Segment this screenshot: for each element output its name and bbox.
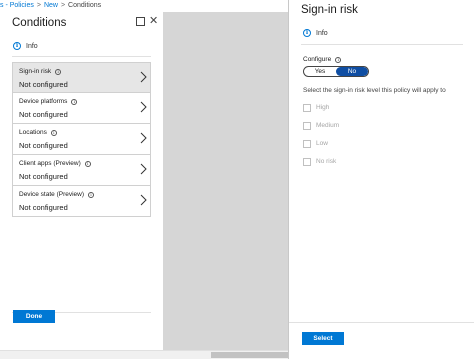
risk-level-label: Medium [316, 122, 340, 129]
breadcrumb-separator: > [60, 2, 66, 9]
background-overlay [163, 12, 288, 350]
risk-level-label: No risk [316, 158, 337, 165]
condition-sign-in-risk[interactable]: Sign-in risk i Not configured [12, 62, 151, 93]
toggle-yes[interactable]: Yes [304, 67, 336, 76]
condition-client-apps[interactable]: Client apps (Preview) i Not configured [12, 155, 151, 186]
info-icon[interactable]: i [71, 98, 78, 105]
risk-level-label: Low [316, 140, 328, 147]
divider [301, 44, 463, 45]
conditions-panel: Conditions ✕ i Info Sign-in risk i Not co… [0, 12, 163, 349]
risk-level-medium[interactable]: Medium [303, 121, 339, 130]
chevron-right-icon [140, 163, 147, 175]
chevron-right-icon [140, 101, 147, 113]
breadcrumb-item-conditions: Conditions [68, 2, 102, 9]
info-link[interactable]: i Info [303, 28, 328, 38]
info-icon: i [303, 29, 311, 37]
chevron-right-icon [140, 194, 147, 206]
breadcrumb-item-new[interactable]: New [44, 2, 58, 9]
info-icon[interactable]: i [335, 56, 342, 63]
condition-value: Not configured [19, 110, 68, 119]
conditions-list: Sign-in risk i Not configured Device plat… [12, 62, 151, 217]
checkbox[interactable] [303, 121, 311, 130]
condition-name: Client apps (Preview) [19, 160, 81, 167]
info-label: Info [316, 29, 328, 37]
info-link[interactable]: i Info [13, 41, 38, 51]
risk-level-low[interactable]: Low [303, 139, 339, 148]
configure-label: Configure i [303, 56, 342, 63]
info-icon[interactable]: i [88, 191, 95, 198]
chevron-right-icon [140, 132, 147, 144]
chevron-right-icon [140, 71, 147, 83]
info-icon[interactable]: i [55, 68, 62, 75]
condition-name: Sign-in risk [19, 68, 52, 75]
risk-level-list: High Medium Low No risk [303, 103, 339, 175]
divider [289, 322, 474, 323]
configure-toggle[interactable]: Yes No [303, 66, 369, 77]
checkbox[interactable] [303, 103, 311, 112]
condition-value: Not configured [19, 80, 68, 89]
info-icon[interactable]: i [84, 160, 91, 167]
condition-value: Not configured [19, 203, 68, 212]
condition-device-platforms[interactable]: Device platforms i Not configured [12, 93, 151, 124]
panel-title: Sign-in risk [301, 4, 358, 16]
risk-level-label: High [316, 104, 330, 111]
checkbox[interactable] [303, 157, 311, 166]
risk-level-no-risk[interactable]: No risk [303, 157, 339, 166]
info-label: Info [26, 42, 38, 50]
condition-name: Device platforms [19, 98, 68, 105]
breadcrumb: s - Policies > New > Conditions [0, 0, 290, 12]
scrollbar-thumb[interactable] [211, 352, 288, 358]
condition-locations[interactable]: Locations i Not configured [12, 124, 151, 155]
toggle-no[interactable]: No [336, 67, 368, 76]
condition-device-state[interactable]: Device state (Preview) i Not configured [12, 186, 151, 217]
done-button[interactable]: Done [13, 310, 55, 323]
breadcrumb-separator: > [36, 2, 41, 9]
risk-level-high[interactable]: High [303, 103, 339, 112]
configure-label-text: Configure [303, 56, 332, 63]
sign-in-risk-panel: Sign-in risk i Info Configure i Yes No Se… [288, 0, 474, 359]
breadcrumb-item-policies[interactable]: s - Policies [0, 2, 34, 9]
divider [12, 56, 151, 57]
select-button[interactable]: Select [302, 332, 344, 345]
condition-value: Not configured [19, 172, 68, 181]
info-icon: i [13, 42, 21, 50]
risk-description: Select the sign-in risk level this polic… [303, 87, 446, 94]
condition-name: Locations [19, 129, 47, 136]
close-icon[interactable]: ✕ [149, 16, 158, 27]
maximize-icon[interactable] [136, 17, 145, 26]
horizontal-scrollbar[interactable] [0, 350, 288, 359]
info-icon[interactable]: i [50, 129, 57, 136]
condition-value: Not configured [19, 141, 68, 150]
condition-name: Device state (Preview) [19, 191, 85, 198]
checkbox[interactable] [303, 139, 311, 148]
panel-title: Conditions [12, 17, 67, 29]
